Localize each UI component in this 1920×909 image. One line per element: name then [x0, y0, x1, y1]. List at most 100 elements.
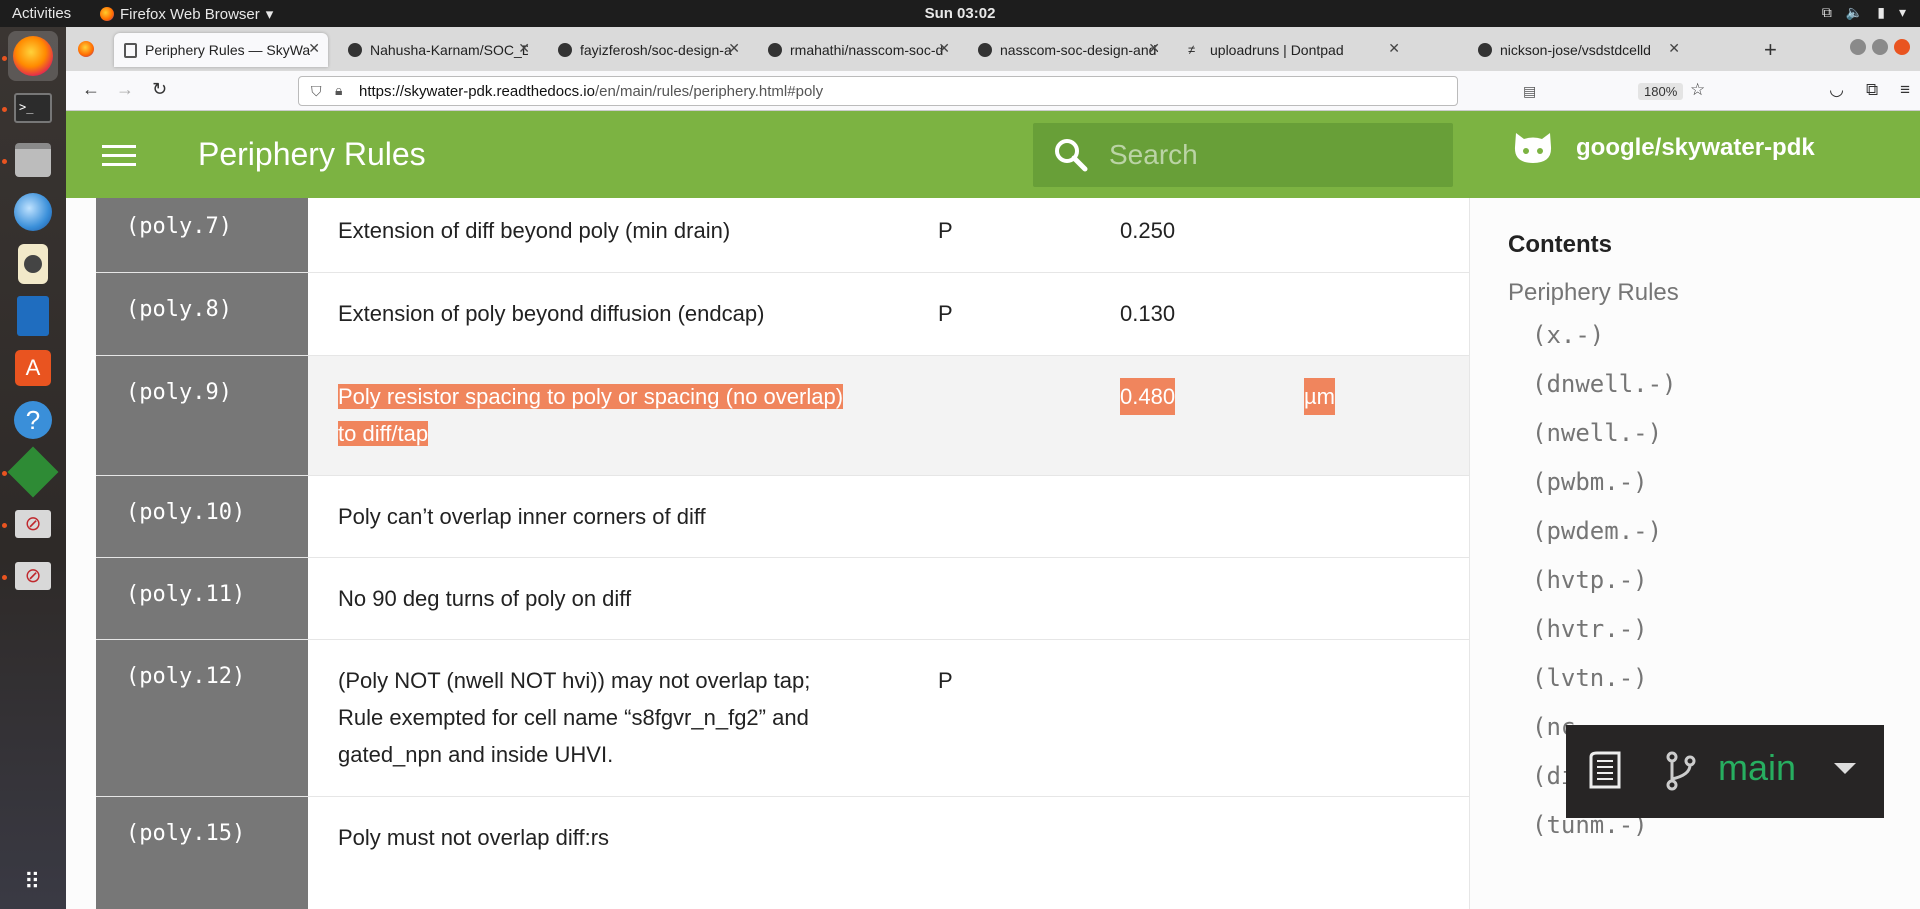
running-indicator — [2, 159, 7, 164]
reload-button[interactable]: ↻ — [152, 79, 167, 100]
github-icon — [1478, 43, 1492, 57]
rule-cell: Extension of poly beyond diffusion (endc… — [308, 273, 1470, 355]
rule-description: Poly resistor spacing to poly or spacing… — [338, 378, 938, 452]
system-tray[interactable]: ⧉ 🔈 ▮ ▾ — [1822, 4, 1906, 21]
table-row: (poly.15) Poly must not overlap diff:rs — [96, 797, 1470, 909]
rule-flag: P — [938, 668, 953, 693]
minimize-button[interactable] — [1850, 39, 1866, 55]
close-icon[interactable]: ✕ — [308, 40, 320, 57]
close-icon[interactable]: ✕ — [1388, 40, 1400, 57]
forward-button[interactable]: → — [116, 79, 134, 100]
version-flyout[interactable]: main — [1566, 725, 1884, 818]
close-icon[interactable]: ✕ — [1148, 40, 1160, 57]
running-indicator — [2, 471, 7, 476]
github-icon — [348, 43, 362, 57]
new-tab-button[interactable]: + — [1764, 37, 1777, 63]
toc-item[interactable]: (pwdem.-) — [1532, 507, 1888, 556]
tab-label: Nahusha-Karnam/SOC_D — [370, 42, 528, 58]
rule-flag: P — [938, 218, 953, 243]
repo-link[interactable]: google/skywater-pdk — [1512, 129, 1815, 167]
tab-fayizferosh[interactable]: fayizferosh/soc-design-a ✕ — [548, 33, 748, 67]
url-bar[interactable]: ⛉ 🔒︎ https://skywater-pdk.readthedocs.io… — [298, 76, 1536, 106]
toc-heading: Contents — [1508, 231, 1612, 258]
rule-description: Poly must not overlap diff:rs — [338, 825, 610, 850]
rule-cell: Extension of diff beyond poly (min drain… — [308, 190, 1470, 272]
dock: >_ A ? ⊘ ⊘ ⠿ — [0, 27, 66, 909]
rhythmbox-dock-icon[interactable] — [8, 239, 58, 289]
toc-item[interactable]: (dnwell.-) — [1532, 360, 1888, 409]
close-icon[interactable]: ✕ — [1668, 40, 1680, 57]
toc-item[interactable]: (lvtn.-) — [1532, 654, 1888, 703]
terminal-dock-icon[interactable]: >_ — [8, 83, 58, 133]
tab-nahusha[interactable]: Nahusha-Karnam/SOC_D ✕ — [338, 33, 538, 67]
chevron-down-icon: ▾ — [265, 6, 274, 23]
tab-label: nickson-jose/vsdstdcelld — [1500, 42, 1651, 58]
rule-code: (poly.7) — [96, 190, 308, 272]
app-menu[interactable]: Firefox Web Browser ▾ — [100, 5, 273, 23]
software-center-dock-icon[interactable]: A — [8, 343, 58, 393]
menu-toggle-button[interactable] — [102, 145, 136, 167]
clock[interactable]: Sun 03:02 — [925, 5, 996, 22]
search-input[interactable] — [1109, 135, 1429, 175]
book-icon — [1589, 751, 1621, 789]
table-row-highlighted: (poly.9) Poly resistor spacing to poly o… — [96, 356, 1470, 476]
tab-rmahathi[interactable]: rmahathi/nasscom-soc-d ✕ — [758, 33, 958, 67]
firefox-view-icon[interactable] — [78, 41, 94, 57]
close-icon[interactable]: ✕ — [938, 40, 950, 57]
dontpad-icon: ≠ — [1188, 42, 1196, 57]
reader-view-icon[interactable]: ▤ — [1523, 83, 1536, 100]
activities-button[interactable]: Activities — [12, 5, 71, 22]
thunderbird-dock-icon[interactable] — [8, 187, 58, 237]
show-applications-icon[interactable]: ⠿ — [8, 857, 58, 907]
tab-label: uploadruns | Dontpad — [1210, 42, 1344, 58]
lock-icon[interactable]: 🔒︎ — [335, 82, 342, 99]
volume-icon: 🔈 — [1845, 4, 1864, 20]
zoom-level[interactable]: 180% — [1638, 83, 1684, 100]
rule-cell: Poly resistor spacing to poly or spacing… — [308, 356, 1470, 475]
close-window-button[interactable] — [1894, 39, 1910, 55]
rule-code: (poly.8) — [96, 273, 308, 355]
toolbar-right: ◡ ⧉ ≡ — [1829, 80, 1910, 100]
help-dock-icon[interactable]: ? — [8, 395, 58, 445]
vim-dock-icon[interactable] — [7, 446, 59, 498]
toc-item[interactable]: (x.-) — [1532, 311, 1888, 360]
tab-periphery-rules[interactable]: Periphery Rules — SkyWa ✕ — [114, 33, 328, 67]
toc-item[interactable]: (hvtr.-) — [1532, 605, 1888, 654]
rule-cell: Poly can’t overlap inner corners of diff — [308, 476, 1470, 557]
blocked-app-dock-icon[interactable]: ⊘ — [8, 551, 58, 601]
search-icon[interactable] — [1053, 137, 1089, 173]
rule-cell: (Poly NOT (nwell NOT hvi)) may not overl… — [308, 640, 1470, 796]
toc-item[interactable]: (pwbm.-) — [1532, 458, 1888, 507]
back-button[interactable]: ← — [82, 79, 100, 100]
selected-text: Poly resistor spacing to poly or spacing… — [338, 384, 844, 409]
tab-nasscom[interactable]: nasscom-soc-design-and- ✕ — [968, 33, 1168, 67]
rule-value: 0.480 — [1120, 378, 1176, 415]
tab-dontpad[interactable]: ≠ uploadruns | Dontpad ✕ — [1178, 33, 1408, 67]
pocket-icon[interactable]: ◡ — [1829, 80, 1844, 100]
toc-item[interactable]: (nwell.-) — [1532, 409, 1888, 458]
running-indicator — [2, 107, 7, 112]
app-menu-label: Firefox Web Browser — [120, 5, 260, 23]
close-icon[interactable]: ✕ — [518, 40, 530, 57]
caret-down-icon — [1834, 763, 1856, 774]
toc-section-link[interactable]: Periphery Rules — [1508, 279, 1888, 307]
rule-flag: P — [938, 301, 953, 326]
shield-icon[interactable]: ⛉ — [311, 83, 322, 100]
files-dock-icon[interactable] — [8, 135, 58, 185]
table-row: (poly.12) (Poly NOT (nwell NOT hvi)) may… — [96, 640, 1470, 797]
network-icon: ⧉ — [1821, 4, 1832, 20]
tab-nickson[interactable]: nickson-jose/vsdstdcelld ✕ — [1468, 33, 1688, 67]
bookmark-star-icon[interactable]: ☆ — [1690, 80, 1705, 100]
maximize-button[interactable] — [1872, 39, 1888, 55]
table-row: (poly.8) Extension of poly beyond diffus… — [96, 273, 1470, 356]
writer-dock-icon[interactable] — [8, 291, 58, 341]
tab-label: Periphery Rules — SkyWa — [145, 42, 311, 58]
extensions-icon[interactable]: ⧉ — [1866, 80, 1878, 100]
firefox-dock-icon[interactable] — [8, 31, 58, 81]
close-icon[interactable]: ✕ — [728, 40, 740, 57]
menu-icon[interactable]: ≡ — [1900, 80, 1910, 100]
repo-name: google/skywater-pdk — [1576, 134, 1815, 161]
toc-item[interactable]: (hvtp.-) — [1532, 556, 1888, 605]
github-icon — [768, 43, 782, 57]
blocked-app-dock-icon[interactable]: ⊘ — [8, 499, 58, 549]
